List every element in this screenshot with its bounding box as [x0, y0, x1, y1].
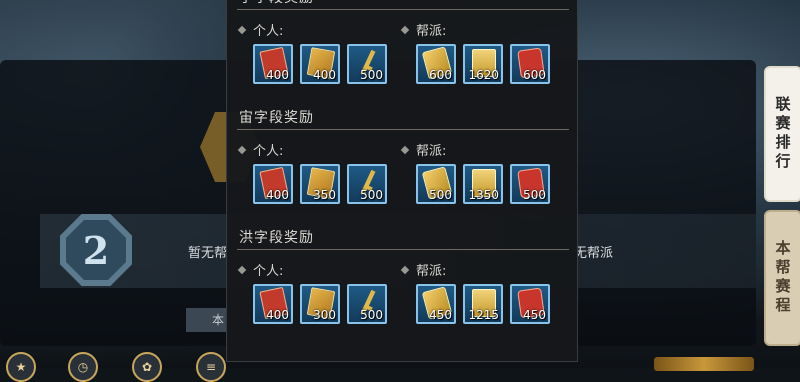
- item-quantity: 500: [429, 188, 452, 202]
- item-quantity: 450: [429, 308, 452, 322]
- reward-item[interactable]: 300: [300, 284, 340, 324]
- guild-label: 帮派:: [400, 140, 447, 159]
- personal-label-text: 个人:: [253, 144, 284, 159]
- personal-label: 个人:: [237, 140, 284, 159]
- panel-button[interactable]: 本: [186, 308, 226, 332]
- reward-popup: 宇字段奖励个人:帮派:4004005006001620600宙字段奖励个人:帮派…: [226, 0, 578, 362]
- reward-item[interactable]: 600: [416, 44, 456, 84]
- personal-label-text: 个人:: [253, 24, 284, 39]
- section-title: 宇字段奖励: [239, 0, 314, 7]
- reward-item[interactable]: 450: [416, 284, 456, 324]
- reward-item[interactable]: 400: [253, 164, 293, 204]
- reward-item[interactable]: 500: [416, 164, 456, 204]
- item-quantity: 500: [523, 188, 546, 202]
- reward-item[interactable]: 400: [253, 284, 293, 324]
- gift-icon[interactable]: ✿: [132, 352, 162, 382]
- diamond-bullet-icon: [400, 265, 410, 274]
- tab-league-ranking[interactable]: 联赛排行: [764, 66, 800, 202]
- section-title: 洪字段奖励: [239, 230, 314, 246]
- section-divider: [237, 9, 569, 10]
- item-quantity: 500: [360, 68, 383, 82]
- no-guild-text-right: 无帮派: [574, 246, 614, 261]
- tab-guild-schedule[interactable]: 本帮赛程: [764, 210, 800, 346]
- item-quantity: 400: [266, 308, 289, 322]
- guild-label-text: 帮派:: [416, 24, 447, 39]
- guild-label: 帮派:: [400, 260, 447, 279]
- reward-item[interactable]: 400: [253, 44, 293, 84]
- item-quantity: 350: [313, 188, 336, 202]
- reward-item[interactable]: 500: [347, 44, 387, 84]
- item-quantity: 300: [313, 308, 336, 322]
- item-quantity: 400: [266, 188, 289, 202]
- reward-item[interactable]: 350: [300, 164, 340, 204]
- star-icon[interactable]: ★: [6, 352, 36, 382]
- bottom-gold-button[interactable]: [654, 357, 754, 371]
- personal-label-text: 个人:: [253, 264, 284, 279]
- reward-item[interactable]: 1620: [463, 44, 503, 84]
- clock-icon[interactable]: ◷: [68, 352, 98, 382]
- reward-item[interactable]: 500: [347, 284, 387, 324]
- item-quantity: 1215: [468, 308, 499, 322]
- reward-item[interactable]: 600: [510, 44, 550, 84]
- personal-label: 个人:: [237, 260, 284, 279]
- no-guild-text-left: 暂无帮: [188, 246, 228, 261]
- item-quantity: 500: [360, 308, 383, 322]
- bottom-toolbar: ★ ◷ ✿ ≡: [0, 350, 240, 382]
- rank-number: 2: [82, 227, 110, 273]
- item-quantity: 1350: [468, 188, 499, 202]
- personal-label: 个人:: [237, 20, 284, 39]
- diamond-bullet-icon: [237, 145, 247, 154]
- section-divider: [237, 129, 569, 130]
- item-quantity: 400: [266, 68, 289, 82]
- reward-item[interactable]: 1215: [463, 284, 503, 324]
- section-title: 宙字段奖励: [239, 110, 314, 126]
- item-quantity: 450: [523, 308, 546, 322]
- item-quantity: 1620: [468, 68, 499, 82]
- list-icon[interactable]: ≡: [196, 352, 226, 382]
- item-quantity: 500: [360, 188, 383, 202]
- diamond-bullet-icon: [237, 25, 247, 34]
- reward-item[interactable]: 500: [347, 164, 387, 204]
- guild-label-text: 帮派:: [416, 144, 447, 159]
- reward-item[interactable]: 500: [510, 164, 550, 204]
- item-quantity: 600: [523, 68, 546, 82]
- reward-item[interactable]: 1350: [463, 164, 503, 204]
- item-quantity: 400: [313, 68, 336, 82]
- section-divider: [237, 249, 569, 250]
- guild-label-text: 帮派:: [416, 264, 447, 279]
- diamond-bullet-icon: [237, 265, 247, 274]
- diamond-bullet-icon: [400, 145, 410, 154]
- reward-item[interactable]: 450: [510, 284, 550, 324]
- item-quantity: 600: [429, 68, 452, 82]
- diamond-bullet-icon: [400, 25, 410, 34]
- guild-label: 帮派:: [400, 20, 447, 39]
- reward-item[interactable]: 400: [300, 44, 340, 84]
